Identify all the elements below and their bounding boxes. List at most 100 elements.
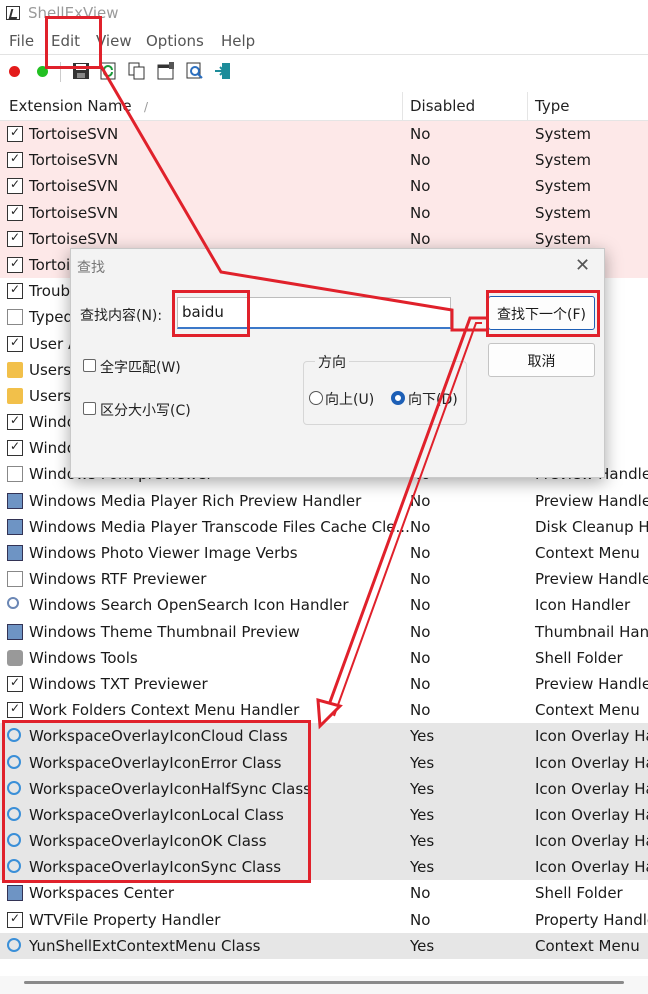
row-type: Icon Overlay Ha <box>535 805 648 824</box>
table-row[interactable]: TortoiseSVN No System <box>0 121 648 148</box>
table-row[interactable]: TortoiseSVN No System <box>0 199 648 226</box>
shell-extension-icon <box>7 439 23 457</box>
image-icon <box>7 623 23 640</box>
menu-help[interactable]: Help <box>221 32 255 50</box>
row-type: Icon Overlay Ha <box>535 858 648 877</box>
row-name: Workspaces Center <box>29 884 175 903</box>
row-name: YunShellExtContextMenu Class <box>29 936 261 955</box>
row-type: Shell Folder <box>535 884 623 903</box>
radio-up[interactable] <box>309 391 323 405</box>
row-disabled: No <box>410 544 431 562</box>
table-row[interactable]: Windows Theme Thumbnail Preview No Thumbna… <box>0 619 648 645</box>
copy-icon[interactable] <box>128 62 146 80</box>
column-disabled[interactable]: Disabled <box>410 97 475 115</box>
shell-extension-icon <box>7 701 23 719</box>
menu-options[interactable]: Options <box>146 32 204 50</box>
table-row[interactable]: Windows RTF Previewer No Preview Handler <box>0 566 648 592</box>
list-header: Extension Name / Disabled Type <box>0 92 648 121</box>
row-name: Windows RTF Previewer <box>29 570 207 589</box>
cancel-button[interactable]: 取消 <box>488 343 595 377</box>
shell-extension-icon <box>7 230 23 247</box>
row-type: System <box>535 125 591 143</box>
row-type: System <box>535 229 591 248</box>
horizontal-scrollbar[interactable] <box>0 976 648 994</box>
shell-extension-icon <box>7 204 23 221</box>
exit-icon[interactable] <box>214 62 232 80</box>
blank-document-icon <box>7 309 23 326</box>
direction-label: 方向 <box>315 352 349 372</box>
row-name: TortoiseSVN <box>29 125 119 143</box>
row-type: Property Handle <box>535 910 648 929</box>
blank-document-icon <box>7 571 23 588</box>
row-name: Windows TXT Previewer <box>29 674 208 693</box>
table-row[interactable]: TortoiseSVN No System <box>0 173 648 200</box>
column-divider[interactable] <box>527 92 528 120</box>
shell-extension-icon <box>7 413 23 431</box>
column-divider[interactable] <box>402 92 403 120</box>
table-row[interactable]: YunShellExtContextMenu Class Yes Context M… <box>0 932 648 959</box>
sort-indicator-icon: / <box>144 100 149 114</box>
close-icon[interactable]: ✕ <box>575 255 590 276</box>
radio-down[interactable] <box>391 391 405 405</box>
scrollbar-thumb[interactable] <box>24 981 624 984</box>
properties-icon[interactable] <box>157 62 175 80</box>
row-name: TortoiseSVN <box>29 203 119 222</box>
radio-up-label: 向上(U) <box>325 392 375 408</box>
overlay-icon <box>7 937 21 952</box>
row-name: Troub <box>29 282 71 301</box>
annotation-box-find-input <box>172 290 250 337</box>
row-type: Context Menu <box>535 701 640 720</box>
row-disabled: No <box>410 177 431 196</box>
match-case-label: 区分大小写(C) <box>100 403 191 419</box>
table-row[interactable]: Windows Search OpenSearch Icon Handler No… <box>0 592 648 618</box>
row-name: TortoiseSVN <box>29 151 119 170</box>
row-disabled: Yes <box>410 779 435 798</box>
annotation-box-edit-menu <box>45 16 102 69</box>
column-type[interactable]: Type <box>535 97 569 115</box>
row-type: Disk Cleanup Ha <box>535 517 648 536</box>
table-row[interactable]: Windows Media Player Transcode Files Cac… <box>0 514 648 540</box>
row-disabled: Yes <box>410 832 435 851</box>
search-icon <box>7 597 19 610</box>
whole-word-checkbox[interactable] <box>83 359 96 372</box>
row-name: Typed <box>29 308 73 327</box>
shell-extension-icon <box>7 335 23 352</box>
shell-extension-icon <box>7 151 23 169</box>
column-extension-name[interactable]: Extension Name <box>9 97 132 115</box>
row-type: Preview Handler <box>535 674 648 693</box>
row-type: Preview Handler <box>535 570 648 589</box>
row-name: Windows Tools <box>29 648 138 667</box>
shell-extension-icon <box>7 282 23 300</box>
shell-extension-icon <box>7 256 23 273</box>
row-type: System <box>535 203 591 222</box>
row-type: Context Menu <box>535 544 640 562</box>
row-disabled: No <box>410 596 431 615</box>
row-type: System <box>535 151 591 170</box>
table-row[interactable]: WTVFile Property Handler No Property Handl… <box>0 907 648 933</box>
shell-extension-icon <box>7 911 23 928</box>
row-disabled: No <box>410 701 431 720</box>
shell-extension-icon <box>7 125 23 142</box>
table-row[interactable]: Windows Media Player Rich Preview Handle… <box>0 488 648 514</box>
table-row[interactable]: TortoiseSVN No System <box>0 147 648 174</box>
row-name: Users <box>29 386 72 405</box>
annotation-box-find-next <box>486 290 600 337</box>
row-type: Thumbnail Hand <box>535 622 648 641</box>
menu-file[interactable]: File <box>9 32 34 50</box>
row-type: Icon Handler <box>535 596 631 615</box>
table-row[interactable]: Windows Photo Viewer Image Verbs No Contex… <box>0 540 648 566</box>
row-disabled: No <box>410 517 431 536</box>
match-case-checkbox[interactable] <box>83 402 96 415</box>
whole-word-label: 全字匹配(W) <box>100 360 181 376</box>
table-row[interactable]: Windows TXT Previewer No Preview Handler <box>0 671 648 697</box>
red-dot-icon[interactable] <box>9 66 20 77</box>
row-name: Windows Search OpenSearch Icon Handler <box>29 596 349 615</box>
row-disabled: No <box>410 125 431 143</box>
find-icon[interactable] <box>186 62 204 80</box>
row-name: Work Folders Context Menu Handler <box>29 701 300 720</box>
table-row[interactable]: Windows Tools No Shell Folder <box>0 645 648 671</box>
row-name: Windo <box>29 439 76 458</box>
row-disabled: No <box>410 910 431 929</box>
row-type: Context Menu <box>535 936 640 955</box>
table-row[interactable]: Workspaces Center No Shell Folder <box>0 880 648 906</box>
